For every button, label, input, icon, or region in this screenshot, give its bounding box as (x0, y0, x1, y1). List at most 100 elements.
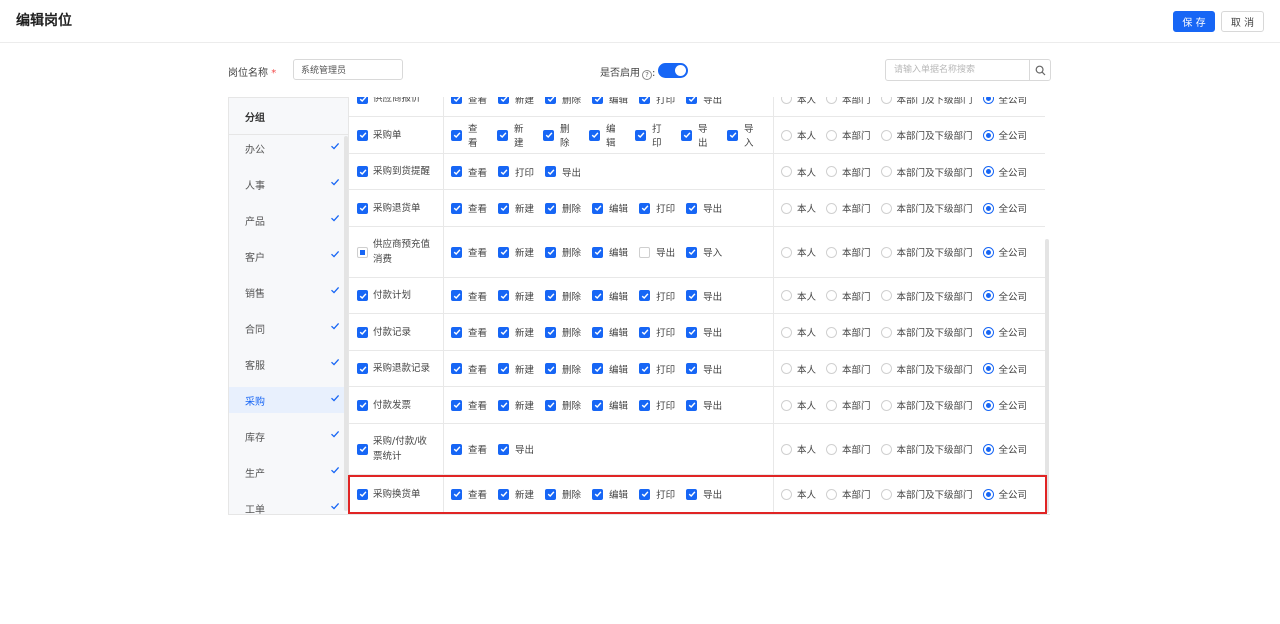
permission-checkbox[interactable] (639, 290, 651, 301)
scope-option[interactable]: 本部门及下级部门 (880, 362, 973, 376)
row-checkbox[interactable] (357, 488, 368, 500)
scope-radio[interactable] (982, 202, 994, 214)
group-item[interactable]: 库存 (229, 423, 344, 449)
scope-radio[interactable] (826, 246, 838, 258)
scope-radio[interactable] (982, 363, 994, 374)
scope-radio[interactable] (982, 399, 994, 411)
permission-checkbox[interactable] (592, 326, 604, 338)
permission-option[interactable]: 新建 (498, 201, 534, 215)
permission-checkbox[interactable] (639, 246, 651, 258)
permission-option[interactable]: 删除 (545, 289, 581, 303)
permission-checkbox[interactable] (639, 97, 651, 104)
permission-checkbox[interactable] (592, 246, 604, 258)
row-checkbox[interactable] (357, 290, 368, 301)
scope-option[interactable]: 本人 (781, 362, 816, 376)
permission-checkbox[interactable] (498, 363, 510, 374)
permission-checkbox[interactable] (592, 97, 604, 104)
permission-checkbox[interactable] (451, 246, 462, 258)
scope-radio[interactable] (781, 363, 792, 374)
permission-option[interactable]: 查看 (451, 362, 487, 376)
scope-radio[interactable] (826, 443, 838, 455)
permission-checkbox[interactable] (451, 326, 462, 338)
save-button[interactable]: 保 存 (1173, 11, 1215, 32)
permission-option[interactable]: 打印 (498, 165, 534, 179)
row-checkbox[interactable] (357, 246, 368, 258)
permission-checkbox[interactable] (686, 363, 698, 374)
scope-radio[interactable] (781, 97, 792, 104)
permission-checkbox[interactable] (686, 290, 698, 301)
scope-option[interactable]: 本部门 (826, 245, 871, 259)
permission-option[interactable]: 查看 (451, 97, 487, 106)
scope-option[interactable]: 本部门 (826, 201, 871, 215)
scope-option[interactable]: 本部门 (826, 398, 871, 412)
permission-option[interactable]: 打印 (639, 325, 675, 339)
scope-option[interactable]: 本部门及下级部门 (880, 128, 973, 142)
permission-option[interactable]: 查看 (451, 165, 487, 179)
scope-option[interactable]: 本部门及下级部门 (880, 201, 973, 215)
permission-option[interactable]: 导出 (686, 201, 722, 215)
scope-option[interactable]: 本部门 (826, 325, 871, 339)
permission-checkbox[interactable] (451, 443, 462, 455)
permission-option[interactable]: 删除 (545, 97, 581, 106)
group-item[interactable]: 产品 (229, 207, 344, 233)
group-scrollbar[interactable] (344, 136, 348, 511)
scope-radio[interactable] (781, 129, 792, 141)
permission-checkbox[interactable] (498, 246, 510, 258)
scope-radio[interactable] (826, 488, 838, 500)
permission-checkbox[interactable] (498, 166, 510, 177)
scope-option[interactable]: 本部门 (826, 97, 871, 106)
permission-checkbox[interactable] (543, 129, 554, 141)
permission-option[interactable]: 导出 (545, 165, 581, 179)
permission-checkbox[interactable] (686, 399, 698, 411)
scope-option[interactable]: 本人 (781, 442, 816, 456)
scope-option[interactable]: 本部门 (826, 289, 871, 303)
permission-option[interactable]: 导出 (686, 97, 722, 106)
scope-option[interactable]: 全公司 (982, 128, 1027, 142)
scope-option[interactable]: 本部门 (826, 362, 871, 376)
row-checkbox[interactable] (357, 202, 368, 214)
permission-option[interactable]: 打印 (639, 201, 675, 215)
row-checkbox[interactable] (357, 326, 368, 338)
permission-option[interactable]: 删除 (545, 487, 581, 501)
permission-option[interactable]: 打印 (639, 289, 675, 303)
permission-checkbox[interactable] (498, 97, 510, 104)
scope-option[interactable]: 本人 (781, 165, 816, 179)
scope-option[interactable]: 全公司 (982, 165, 1027, 179)
group-item[interactable]: 采购 (229, 387, 344, 413)
scope-radio[interactable] (982, 326, 994, 338)
scope-radio[interactable] (982, 129, 994, 141)
scope-option[interactable]: 本部门及下级部门 (880, 398, 973, 412)
scope-radio[interactable] (880, 399, 892, 411)
permission-option[interactable]: 打印 (639, 398, 675, 412)
scope-option[interactable]: 本部门 (826, 487, 871, 501)
row-checkbox[interactable] (357, 129, 368, 141)
scope-option[interactable]: 本人 (781, 128, 816, 142)
scope-option[interactable]: 本人 (781, 289, 816, 303)
permission-checkbox[interactable] (592, 488, 604, 500)
permission-checkbox[interactable] (681, 129, 692, 141)
permission-checkbox[interactable] (498, 488, 510, 500)
scope-radio[interactable] (781, 166, 792, 177)
group-item[interactable]: 工单 (229, 495, 344, 514)
scope-option[interactable]: 本人 (781, 325, 816, 339)
permission-checkbox[interactable] (451, 202, 462, 214)
permission-option[interactable]: 导入 (686, 245, 722, 259)
scope-radio[interactable] (880, 246, 892, 258)
permission-option[interactable]: 导出 (686, 487, 722, 501)
scope-radio[interactable] (880, 363, 892, 374)
permission-checkbox[interactable] (451, 97, 462, 104)
scope-radio[interactable] (880, 97, 892, 104)
permission-checkbox[interactable] (451, 363, 462, 374)
scope-option[interactable]: 本人 (781, 487, 816, 501)
permission-checkbox[interactable] (639, 363, 651, 374)
permission-checkbox[interactable] (497, 129, 508, 141)
permission-option[interactable]: 打印 (639, 487, 675, 501)
permission-option[interactable]: 导出 (681, 121, 716, 149)
permission-option[interactable]: 编辑 (592, 201, 628, 215)
permission-option[interactable]: 打印 (639, 97, 675, 106)
permission-checkbox[interactable] (686, 246, 698, 258)
permission-checkbox[interactable] (498, 443, 510, 455)
permission-option[interactable]: 编辑 (592, 362, 628, 376)
scope-radio[interactable] (781, 202, 792, 214)
permission-option[interactable]: 删除 (545, 398, 581, 412)
